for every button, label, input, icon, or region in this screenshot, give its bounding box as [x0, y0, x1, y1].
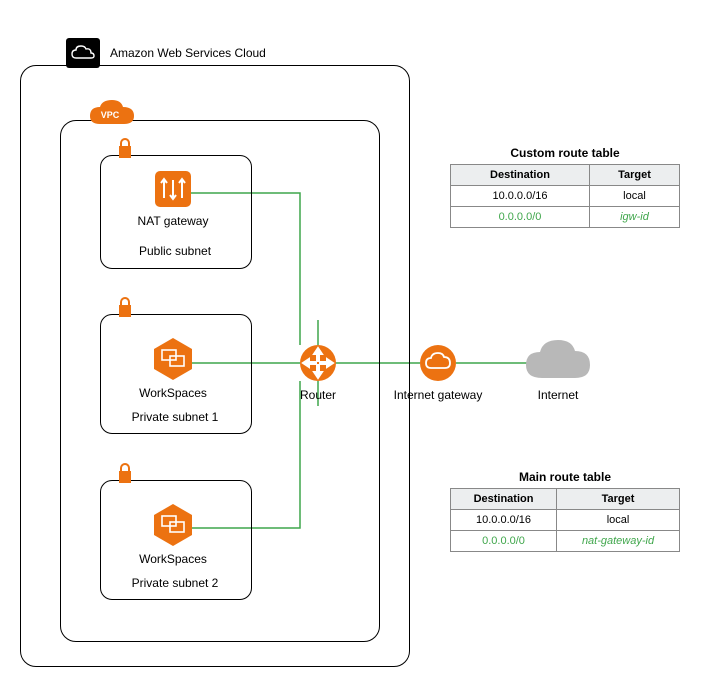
architecture-diagram: Amazon Web Services Cloud VPC NAT gatewa… — [0, 0, 703, 681]
nat-gateway-label: NAT gateway — [138, 214, 209, 228]
router-icon — [299, 344, 337, 382]
svg-text:VPC: VPC — [101, 110, 120, 120]
aws-cloud-icon — [66, 38, 100, 68]
main-route-table-title: Main route table — [460, 470, 670, 484]
workspaces-icon — [152, 502, 194, 548]
vpc-icon: VPC — [86, 98, 134, 130]
table-row: 0.0.0.0/0 nat-gateway-id — [451, 531, 680, 552]
private-subnet-2-label: Private subnet 2 — [132, 576, 219, 590]
lock-icon — [115, 136, 135, 160]
lock-icon — [115, 461, 135, 485]
private-subnet-1-label: Private subnet 1 — [132, 410, 219, 424]
internet-cloud-icon — [522, 338, 594, 384]
rt-cell-target: igw-id — [589, 207, 679, 228]
table-row: 10.0.0.0/16 local — [451, 186, 680, 207]
custom-route-table: Destination Target 10.0.0.0/16 local 0.0… — [450, 164, 680, 228]
rt-header-dest: Destination — [451, 165, 590, 186]
table-row: 0.0.0.0/0 igw-id — [451, 207, 680, 228]
rt-cell-dest: 0.0.0.0/0 — [451, 207, 590, 228]
lock-icon — [115, 295, 135, 319]
workspaces-2-label: WorkSpaces — [139, 552, 207, 566]
rt-cell-target: nat-gateway-id — [557, 531, 680, 552]
aws-cloud-label: Amazon Web Services Cloud — [110, 46, 266, 60]
nat-gateway-icon — [154, 170, 192, 208]
router-label: Router — [300, 388, 336, 402]
igw-label: Internet gateway — [394, 388, 483, 402]
rt-header-target: Target — [589, 165, 679, 186]
workspaces-icon — [152, 336, 194, 382]
rt-cell-target: local — [589, 186, 679, 207]
rt-cell-dest: 10.0.0.0/16 — [451, 510, 557, 531]
rt-cell-dest: 10.0.0.0/16 — [451, 186, 590, 207]
rt-header-dest: Destination — [451, 489, 557, 510]
table-row: 10.0.0.0/16 local — [451, 510, 680, 531]
workspaces-1-label: WorkSpaces — [139, 386, 207, 400]
rt-cell-dest: 0.0.0.0/0 — [451, 531, 557, 552]
rt-header-target: Target — [557, 489, 680, 510]
rt-cell-target: local — [557, 510, 680, 531]
main-route-table: Destination Target 10.0.0.0/16 local 0.0… — [450, 488, 680, 552]
internet-label: Internet — [538, 388, 579, 402]
internet-gateway-icon — [419, 344, 457, 382]
custom-route-table-title: Custom route table — [460, 146, 670, 160]
public-subnet-label: Public subnet — [139, 244, 211, 258]
